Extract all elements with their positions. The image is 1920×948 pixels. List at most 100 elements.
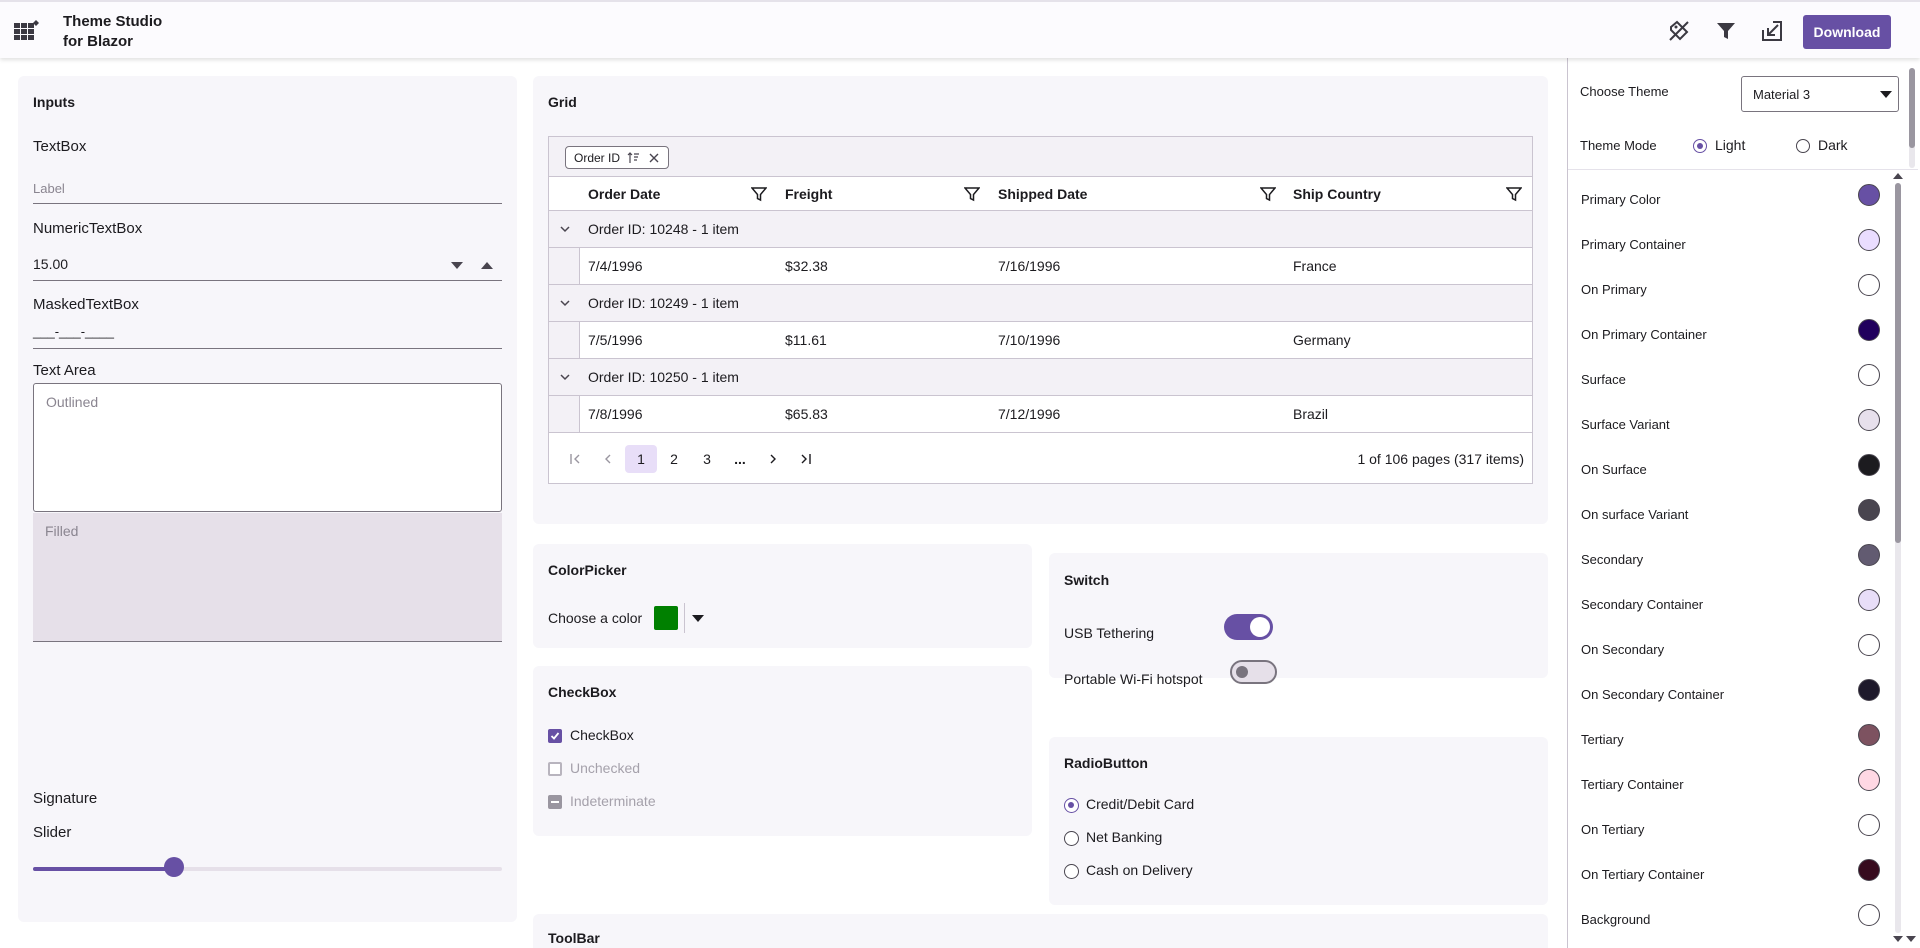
filter-icon[interactable] [1713,18,1739,44]
color-swatch[interactable] [1858,904,1880,926]
color-item[interactable]: Primary Color [1581,178,1881,223]
color-swatch[interactable] [1858,634,1880,656]
scroll-up-icon[interactable] [1893,173,1903,179]
page-3-button[interactable]: 3 [691,445,723,473]
group-caption-row[interactable]: Order ID: 10248 - 1 item [549,211,1532,248]
checkbox-unchecked-label[interactable]: Unchecked [570,760,640,776]
first-page-icon[interactable] [559,445,591,473]
textbox-input[interactable]: Label [33,181,65,196]
filter-icon[interactable] [964,186,980,202]
color-swatch[interactable] [1858,814,1880,836]
filter-icon[interactable] [1506,186,1522,202]
group-caption-row[interactable]: Order ID: 10250 - 1 item [549,359,1532,396]
chevron-down-icon[interactable] [559,225,571,233]
color-swatch[interactable] [1858,364,1880,386]
radio-cash-on-delivery[interactable] [1064,864,1079,879]
color-swatch[interactable] [654,606,678,630]
radio-label-credit-card[interactable]: Credit/Debit Card [1086,796,1194,812]
column-header-ship-country[interactable]: Ship Country [1293,186,1381,202]
next-page-icon[interactable] [757,445,789,473]
filter-icon[interactable] [751,186,767,202]
group-chip-order-id[interactable]: Order ID [565,146,669,169]
sidebar-scrollbar[interactable] [1909,68,1915,168]
color-item[interactable]: Surface Variant [1581,403,1881,448]
chevron-down-icon[interactable] [559,299,571,307]
colorpicker-dropdown-icon[interactable] [692,615,704,622]
table-row[interactable]: 7/4/1996 $32.38 7/16/1996 France [549,248,1532,285]
page-1-button[interactable]: 1 [625,445,657,473]
textarea-filled[interactable]: Filled [33,513,502,642]
color-swatch[interactable] [1858,589,1880,611]
textarea-outlined[interactable]: Outlined [33,383,502,512]
color-swatch[interactable] [1858,454,1880,476]
more-pages-button[interactable]: ... [724,445,756,473]
column-header-freight[interactable]: Freight [785,186,832,202]
masked-input[interactable]: ___-___-____ [33,324,114,339]
checkbox-indeterminate[interactable] [548,795,562,809]
last-page-icon[interactable] [790,445,822,473]
color-item[interactable]: Secondary Container [1581,583,1881,628]
checkbox-indeterminate-label[interactable]: Indeterminate [570,793,656,809]
prev-page-icon[interactable] [592,445,624,473]
numeric-spin-up-icon[interactable] [481,262,493,269]
color-item[interactable]: On Secondary [1581,628,1881,673]
color-item[interactable]: On Surface [1581,448,1881,493]
scroll-down-icon[interactable] [1893,936,1903,942]
color-swatch[interactable] [1858,499,1880,521]
color-item[interactable]: On Tertiary Container [1581,853,1881,898]
color-swatch[interactable] [1858,229,1880,251]
color-swatch[interactable] [1858,679,1880,701]
group-caption-row[interactable]: Order ID: 10249 - 1 item [549,285,1532,322]
filter-icon[interactable] [1260,186,1276,202]
chevron-down-icon[interactable] [1880,91,1892,98]
import-icon[interactable] [1759,18,1785,44]
mode-dark-label[interactable]: Dark [1818,137,1848,153]
app-grid-icon[interactable] [14,20,40,42]
numeric-spin-down-icon[interactable] [451,262,463,269]
sidebar-scroll-thumb[interactable] [1909,68,1915,148]
color-item[interactable]: Primary Container [1581,223,1881,268]
color-item[interactable]: On Primary Container [1581,313,1881,358]
color-swatch[interactable] [1858,544,1880,566]
scroll-down-icon[interactable] [1906,936,1916,942]
mode-light-label[interactable]: Light [1715,137,1745,153]
chip-remove-icon[interactable] [649,153,659,163]
color-item[interactable]: On Tertiary [1581,808,1881,853]
slider-thumb[interactable] [163,857,184,877]
numeric-input[interactable]: 15.00 [33,256,68,272]
color-list-scrollbar[interactable] [1895,183,1901,933]
usb-tethering-switch[interactable] [1224,614,1273,640]
color-item[interactable]: On Primary [1581,268,1881,313]
color-swatch[interactable] [1858,274,1880,296]
download-button[interactable]: Download [1803,15,1891,49]
color-swatch[interactable] [1858,769,1880,791]
color-swatch[interactable] [1858,724,1880,746]
wifi-hotspot-switch[interactable] [1230,660,1277,684]
theme-tag-icon[interactable] [1666,18,1692,44]
chevron-down-icon[interactable] [559,373,571,381]
table-row[interactable]: 7/5/1996 $11.61 7/10/1996 Germany [549,322,1532,359]
slider-track[interactable] [33,867,502,871]
checkbox-label[interactable]: CheckBox [570,727,634,743]
table-row[interactable]: 7/8/1996 $65.83 7/12/1996 Brazil [549,396,1532,433]
color-item[interactable]: Tertiary Container [1581,763,1881,808]
color-item[interactable]: On Secondary Container [1581,673,1881,718]
sort-ascending-icon[interactable] [627,152,640,164]
radio-net-banking[interactable] [1064,831,1079,846]
page-2-button[interactable]: 2 [658,445,690,473]
color-item[interactable]: On surface Variant [1581,493,1881,538]
column-header-order-date[interactable]: Order Date [588,186,660,202]
color-item[interactable]: Secondary [1581,538,1881,583]
color-item[interactable]: Background [1581,898,1881,943]
color-swatch[interactable] [1858,319,1880,341]
mode-light-radio[interactable] [1693,139,1707,153]
color-item[interactable]: Tertiary [1581,718,1881,763]
checkbox-checked[interactable] [548,729,562,743]
color-swatch[interactable] [1858,409,1880,431]
color-swatch[interactable] [1858,859,1880,881]
color-item[interactable]: Surface [1581,358,1881,403]
theme-select[interactable]: Material 3 [1741,76,1899,112]
radio-credit-card[interactable] [1064,798,1079,813]
checkbox-unchecked[interactable] [548,762,562,776]
color-swatch[interactable] [1858,184,1880,206]
